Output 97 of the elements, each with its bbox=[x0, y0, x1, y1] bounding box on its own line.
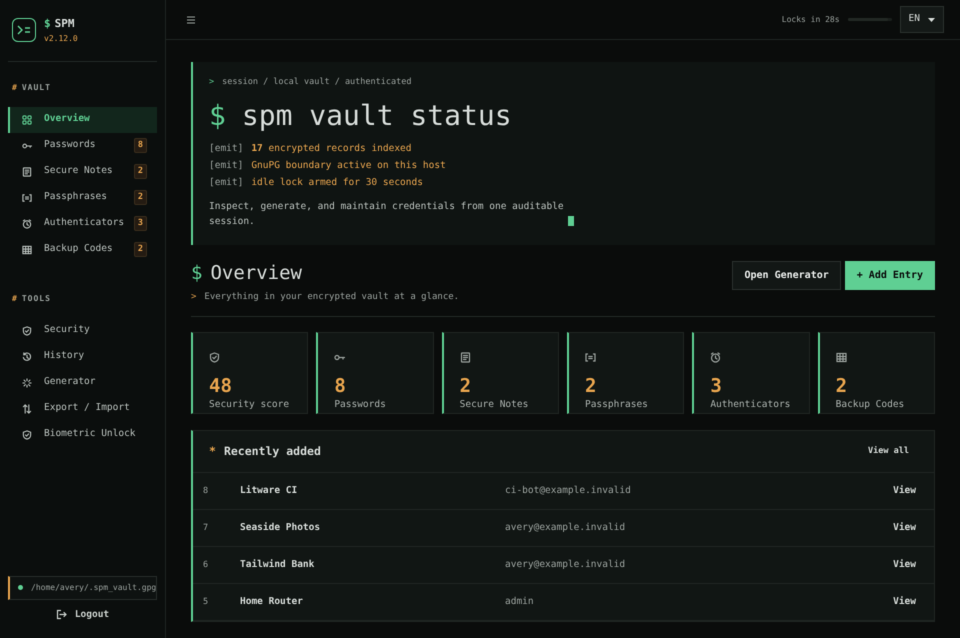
prompt-symbol: $ bbox=[209, 98, 226, 132]
stat-value: 2 bbox=[836, 375, 848, 398]
stat-label: Passwords bbox=[334, 398, 387, 412]
sidebar-item[interactable]: Security bbox=[8, 318, 157, 344]
vault-path: /home/avery/.spm_vault.gpg bbox=[31, 582, 156, 594]
log-tag: [emit] bbox=[209, 140, 244, 158]
section-heading: TOOLS bbox=[22, 292, 51, 304]
sidebar-item[interactable]: Backup Codes 2 bbox=[8, 236, 157, 262]
caret-icon bbox=[928, 18, 935, 22]
shield-icon bbox=[22, 326, 32, 336]
sidebar-item[interactable]: Authenticators 3 bbox=[8, 210, 157, 236]
section-heading: VAULT bbox=[22, 82, 51, 94]
stat-value: 2 bbox=[460, 375, 472, 398]
row-index: 6 bbox=[203, 558, 210, 572]
prompt-symbol: $ bbox=[191, 261, 202, 286]
logout-icon bbox=[56, 609, 67, 620]
cursor-icon bbox=[568, 216, 574, 226]
up-down-arrows-icon bbox=[22, 404, 32, 414]
stat-value: 8 bbox=[334, 375, 347, 398]
stat-value: 3 bbox=[710, 375, 723, 398]
bracket-icon bbox=[22, 192, 32, 202]
breadcrumb: session / local vault / authenticated bbox=[222, 76, 412, 89]
lock-timer: Locks in 28s bbox=[782, 14, 840, 26]
open-generator-button[interactable]: Open Generator bbox=[732, 261, 841, 290]
prompt-symbol: $ bbox=[44, 16, 51, 32]
stat-value: 2 bbox=[584, 375, 598, 398]
card-title: Recently added bbox=[224, 443, 321, 460]
count-badge: 2 bbox=[134, 242, 147, 257]
heading-marker: * bbox=[209, 443, 216, 460]
stat-label: Security score bbox=[209, 398, 290, 412]
sidebar-item[interactable]: History bbox=[8, 344, 157, 370]
hero-title: spm vault status bbox=[242, 98, 512, 132]
entry-account: admin bbox=[505, 595, 534, 610]
page-subtitle: Everything in your encrypted vault at a glance. bbox=[204, 290, 460, 304]
spark-icon bbox=[22, 378, 32, 388]
view-all-link[interactable]: View all bbox=[868, 445, 909, 458]
count-badge: 2 bbox=[134, 190, 147, 205]
app-name: SPM bbox=[54, 16, 74, 32]
table-icon bbox=[22, 244, 32, 254]
sidebar-item[interactable]: Biometric Unlock bbox=[8, 422, 157, 448]
sidebar-item[interactable]: Passphrases 2 bbox=[8, 184, 157, 210]
sidebar-item[interactable]: Export / Import bbox=[8, 396, 157, 422]
row-index: 7 bbox=[203, 522, 210, 535]
view-link[interactable]: View bbox=[893, 484, 916, 498]
prompt-symbol: > bbox=[191, 290, 196, 304]
stopwatch-icon bbox=[22, 218, 32, 228]
count-badge: 2 bbox=[134, 164, 147, 179]
stat-label: Passphrases bbox=[584, 398, 649, 412]
sidebar-item[interactable]: Secure Notes 2 bbox=[8, 158, 157, 184]
entry-name: Tailwind Bank bbox=[240, 558, 316, 572]
count-badge: 3 bbox=[134, 216, 147, 231]
entry-account: avery@example.invalid bbox=[505, 521, 626, 536]
row-index: 8 bbox=[203, 484, 210, 498]
log-tag: [emit] bbox=[209, 174, 244, 192]
note-icon bbox=[22, 166, 32, 176]
shield-icon bbox=[22, 430, 32, 440]
sidebar-item[interactable]: Generator bbox=[8, 370, 157, 396]
view-link[interactable]: View bbox=[893, 521, 916, 536]
entry-name: Home Router bbox=[240, 595, 304, 610]
log-tag: [emit] bbox=[209, 157, 244, 174]
log-message: 17 encrypted records indexed bbox=[251, 142, 412, 156]
key-icon bbox=[22, 140, 32, 150]
logo-icon bbox=[12, 18, 36, 42]
version-label: v2.12.0 bbox=[44, 32, 78, 44]
row-index: 5 bbox=[203, 596, 210, 609]
add-entry-button[interactable]: + Add Entry bbox=[844, 261, 935, 290]
count-badge: 8 bbox=[134, 138, 147, 153]
view-link[interactable]: View bbox=[893, 558, 916, 572]
view-link[interactable]: View bbox=[893, 595, 916, 610]
page-title: Overview bbox=[210, 261, 302, 286]
heading-marker: # bbox=[12, 82, 18, 94]
stat-label: Backup Codes bbox=[836, 398, 906, 412]
shield-icon bbox=[209, 352, 220, 364]
entry-account: ci-bot@example.invalid bbox=[505, 484, 631, 498]
stat-label: Authenticators bbox=[710, 398, 792, 412]
logout-button[interactable]: Logout bbox=[56, 608, 110, 622]
language-dropdown[interactable]: EN bbox=[900, 6, 944, 33]
sidebar-item[interactable]: Passwords 8 bbox=[8, 132, 157, 158]
grid-icon bbox=[22, 114, 32, 124]
heading-marker: # bbox=[12, 292, 18, 304]
stopwatch-icon bbox=[710, 352, 722, 364]
status-dot bbox=[18, 585, 23, 590]
hero-description: Inspect, generate, and maintain credentials from one auditable session. bbox=[209, 200, 564, 230]
note-icon bbox=[460, 352, 471, 364]
menu-icon[interactable] bbox=[186, 16, 196, 24]
table-icon bbox=[836, 352, 847, 364]
history-icon bbox=[22, 352, 32, 362]
entry-name: Seaside Photos bbox=[240, 521, 322, 536]
log-message: idle lock armed for 30 seconds bbox=[251, 176, 423, 190]
log-message: GnuPG boundary active on this host bbox=[251, 159, 446, 174]
stat-value: 48 bbox=[209, 375, 233, 398]
prompt-symbol: > bbox=[209, 76, 214, 89]
sidebar-item[interactable]: Overview bbox=[8, 106, 157, 132]
entry-account: avery@example.invalid bbox=[505, 558, 626, 572]
entry-name: Litware CI bbox=[240, 484, 298, 498]
stat-label: Secure Notes bbox=[460, 398, 530, 412]
bracket-icon bbox=[584, 352, 596, 364]
